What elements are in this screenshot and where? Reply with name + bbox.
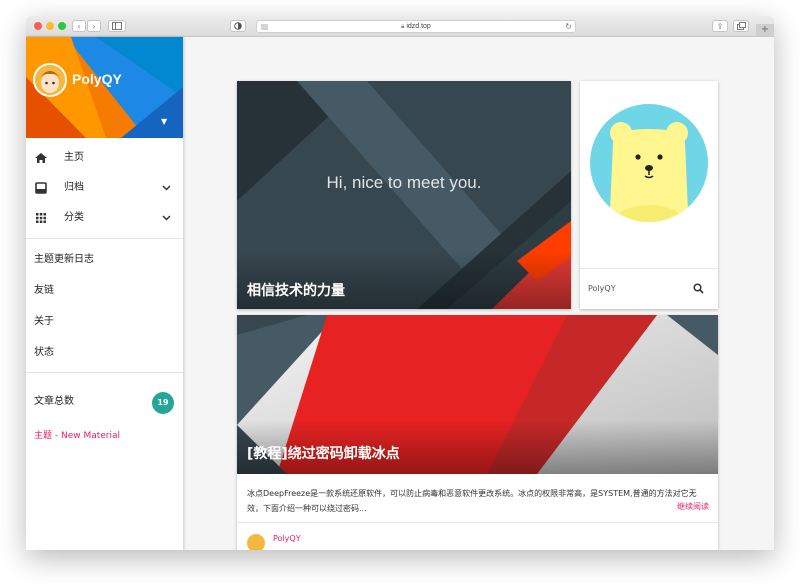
nav-item-archive[interactable]: 归档 (26, 173, 183, 203)
account-dropdown-icon[interactable]: ▼ (161, 117, 167, 126)
post-divider (237, 522, 718, 523)
chevron-left-icon: ‹ (77, 22, 81, 31)
hero-card[interactable]: Hi, nice to meet you. 相信技术的力量 (237, 81, 571, 309)
nav-item-home[interactable]: 主页 (26, 143, 183, 173)
sidebar-link-about[interactable]: 关于 (34, 314, 54, 330)
share-icon: ⇪ (716, 22, 724, 31)
sidebar: PolyQY ▼ 主页 归档 分类 主题更新日志 友链 关于 状态 文章总数 1… (26, 37, 183, 550)
sidebar-link-status[interactable]: 状态 (34, 345, 54, 361)
tabs-icon (736, 22, 746, 30)
post-count-badge: 19 (152, 392, 174, 414)
avatar[interactable] (33, 63, 67, 97)
url-value: idzd.top (406, 23, 431, 30)
plus-icon: + (760, 24, 770, 35)
tabs-button[interactable] (733, 20, 749, 32)
chevron-right-icon: › (92, 22, 96, 31)
lock-icon: 🔒︎ (401, 24, 405, 30)
profile-divider (580, 268, 718, 269)
sidebar-icon (112, 22, 122, 30)
forward-button[interactable]: › (87, 20, 101, 32)
hero-greeting: Hi, nice to meet you. (326, 173, 482, 192)
url-text: 🔒︎ idzd.top (257, 21, 575, 33)
back-button[interactable]: ‹ (72, 20, 86, 32)
chevron-down-icon (162, 185, 171, 191)
author-avatar[interactable] (247, 534, 265, 550)
search-icon[interactable] (693, 283, 704, 294)
profile-card: PolyQY (580, 81, 718, 309)
post-title[interactable]: [教程]绕过密码卸载冰点 (247, 443, 400, 463)
sidebar-divider (26, 238, 183, 239)
avatar-face-icon (35, 65, 65, 95)
post-excerpt: 冰点DeepFreeze是一款系统还原软件，可以防止病毒和恶意软件更改系统。冰点… (247, 489, 697, 513)
brand-name: PolyQY (72, 71, 122, 87)
sidebar-divider (26, 372, 183, 373)
sidebar-link-changelog[interactable]: 主题更新日志 (34, 252, 94, 268)
browser-window: ‹ › 🔒︎ idzd.top ↻ ⇪ + PolyQY ▼ 主页 归档 分类 … (26, 16, 774, 550)
shield-icon (234, 22, 242, 30)
maximize-window-button[interactable] (58, 22, 66, 30)
read-more-link[interactable]: 继续阅读 (677, 501, 709, 512)
close-window-button[interactable] (34, 22, 42, 30)
sidebar-toggle-button[interactable] (108, 20, 126, 32)
profile-name: PolyQY (588, 284, 616, 293)
new-tab-button[interactable]: + (756, 24, 774, 36)
bear-avatar (590, 104, 708, 222)
theme-link[interactable]: 主题 - New Material (34, 428, 120, 441)
nav-item-categories-label: 分类 (64, 212, 84, 223)
author-name[interactable]: PolyQY (273, 534, 301, 543)
chevron-down-icon (162, 215, 171, 221)
hero-title[interactable]: 相信技术的力量 (247, 280, 345, 300)
post-count-label: 文章总数 (34, 396, 74, 407)
sidebar-link-friends[interactable]: 友链 (34, 283, 54, 299)
post-card[interactable]: [教程]绕过密码卸载冰点 冰点DeepFreeze是一款系统还原软件，可以防止病… (237, 315, 718, 550)
privacy-button[interactable] (230, 20, 246, 32)
share-button[interactable]: ⇪ (712, 20, 728, 32)
reload-icon[interactable]: ↻ (565, 21, 572, 33)
nav-item-home-label: 主页 (64, 152, 84, 163)
address-bar[interactable]: 🔒︎ idzd.top ↻ (256, 20, 576, 33)
minimize-window-button[interactable] (46, 22, 54, 30)
archive-icon (35, 182, 47, 194)
grid-icon (36, 213, 46, 223)
home-icon (35, 153, 47, 163)
sidebar-header: PolyQY ▼ (26, 37, 183, 138)
browser-titlebar: ‹ › 🔒︎ idzd.top ↻ ⇪ + (26, 16, 774, 37)
nav-item-categories[interactable]: 分类 (26, 203, 183, 233)
nav-item-archive-label: 归档 (64, 182, 84, 193)
hero-background (237, 81, 571, 309)
